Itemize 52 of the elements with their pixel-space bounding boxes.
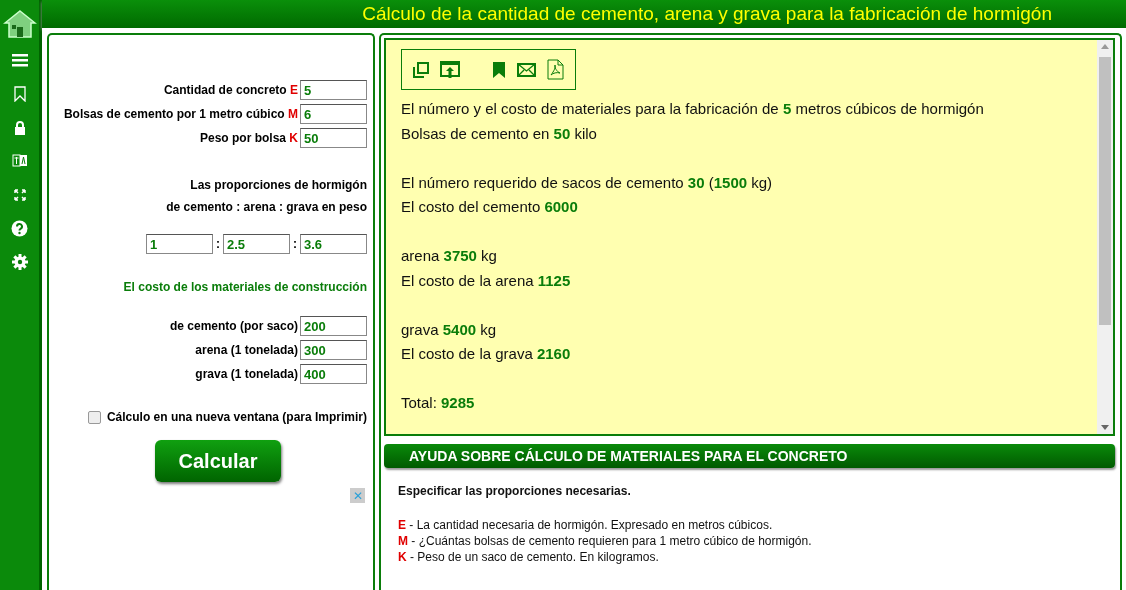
translate-icon[interactable] [11, 153, 28, 170]
result-line: El costo de la arena 1125 [401, 270, 572, 291]
result-line: Bolsas de cemento en 50 kilo [401, 123, 598, 144]
input-field[interactable]: 5 [300, 80, 367, 100]
help-line: K - Peso de un saco de cemento. En kilogramos. [398, 549, 660, 565]
input-field[interactable]: 6 [300, 104, 367, 124]
field-label: de cemento (por saco) [169, 319, 298, 333]
field-label: grava (1 tonelada) [195, 367, 298, 381]
bookmark-icon[interactable] [13, 86, 26, 103]
upload-icon[interactable] [440, 60, 460, 79]
page-title: Cálculo de la cantidad de cemento, arena y grava para la fabricación de hormigón [362, 3, 1052, 25]
mail-icon[interactable] [517, 62, 536, 77]
field-label: Bolsas de cemento por 1 metro cúbico M [63, 107, 298, 121]
result-line: arena 3750 kg [401, 246, 498, 266]
result-line: El número y el costo de materiales para la fabricación de 5 metros cúbicos de hormigón [401, 99, 985, 119]
result-line: Total: 9285 [401, 393, 476, 413]
input-field[interactable]: 400 [300, 364, 367, 384]
result-line: El número requerido de sacos de cemento 30 (1500 kg) [401, 172, 774, 193]
separator: : [216, 237, 220, 251]
help-intro: Especificar las proporciones necesarias. [398, 484, 632, 498]
result-line: El costo de la grava 2160 [401, 344, 572, 364]
input-field[interactable]: 2.5 [223, 234, 290, 254]
help-icon[interactable] [11, 219, 28, 237]
lock-icon[interactable] [13, 120, 26, 135]
scrollbar[interactable] [1097, 40, 1113, 434]
expand-icon[interactable] [13, 188, 26, 201]
bookmark-icon[interactable] [492, 61, 506, 78]
checkbox[interactable] [87, 410, 101, 424]
section-label: de cemento : arena : grava en peso [166, 199, 367, 216]
input-field[interactable]: 300 [300, 340, 367, 360]
calculate-button[interactable]: Calcular [155, 440, 281, 482]
checkbox-label: Cálculo en una nueva ventana (para Imprimir) [106, 410, 367, 424]
field-label: Cantidad de concreto E [163, 83, 298, 97]
field-label: Peso por bolsa K [199, 131, 298, 145]
result-line: grava 5400 kg [401, 319, 498, 340]
pdf-icon[interactable] [547, 59, 564, 80]
input-field[interactable]: 200 [300, 316, 367, 336]
input-field[interactable]: 1 [146, 234, 213, 254]
section-label: Las proporciones de hormigón [189, 177, 367, 194]
help-line: M - ¿Cuántas bolsas de cemento requieren para 1 metro cúbico de hormigón. [398, 533, 813, 549]
input-field[interactable]: 50 [300, 128, 367, 148]
help-line: E - La cantidad necesaria de hormigón. Expresado en metros cúbicos. [398, 517, 774, 533]
field-label: arena (1 tonelada) [195, 343, 298, 357]
menu-icon[interactable] [11, 54, 28, 68]
home-icon[interactable] [2, 9, 37, 39]
separator: : [293, 237, 297, 251]
copy-icon[interactable] [413, 61, 429, 78]
settings-icon[interactable] [11, 253, 28, 270]
input-field[interactable]: 3.6 [300, 234, 367, 254]
result-line: El costo del cemento 6000 [401, 197, 579, 217]
help-header: AYUDA SOBRE CÁLCULO DE MATERIALES PARA EL CONCRETO [384, 444, 1115, 468]
section-title: El costo de los materiales de construcción [123, 280, 367, 294]
